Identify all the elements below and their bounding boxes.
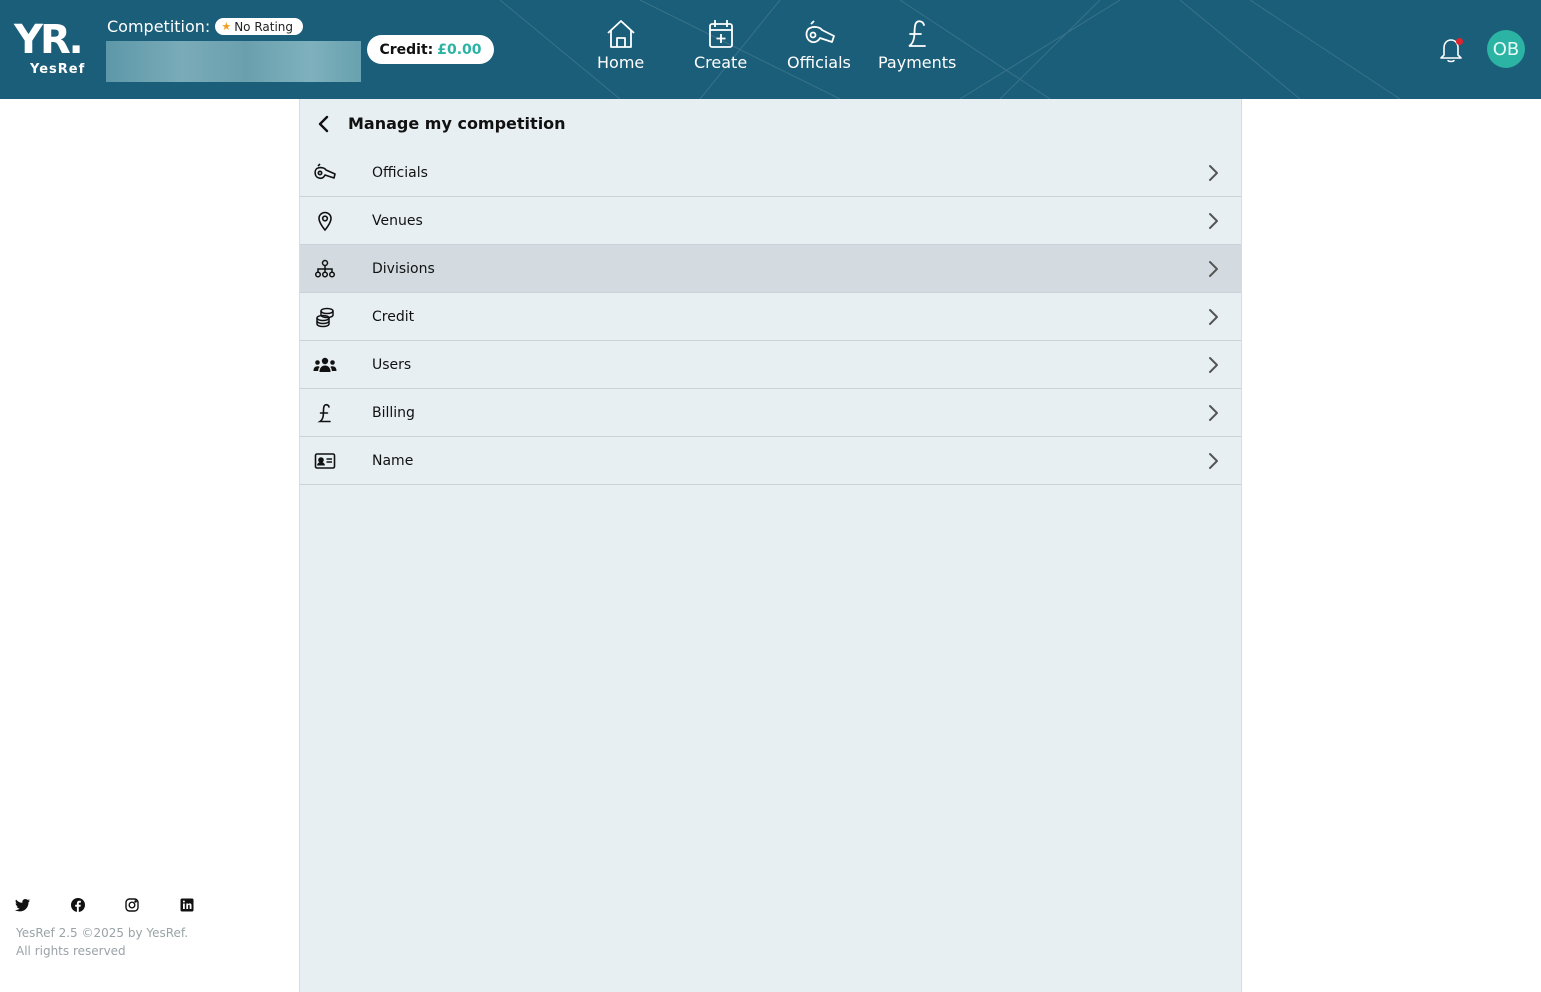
twitter-icon[interactable]	[15, 897, 31, 913]
linkedin-icon[interactable]	[179, 897, 195, 913]
menu-item-label: Users	[372, 356, 412, 373]
pound-icon	[313, 401, 337, 425]
page-title: Manage my competition	[348, 114, 566, 133]
chevron-right-icon	[1209, 261, 1218, 277]
menu-item-label: Venues	[372, 212, 423, 229]
chevron-left-icon	[318, 115, 329, 132]
chevron-right-icon	[1209, 357, 1218, 373]
menu-item-users[interactable]: Users	[300, 341, 1241, 389]
yesref-logo[interactable]: YR. YesRef	[14, 18, 94, 80]
menu-list: Officials Venues Divisions Credit Users …	[300, 148, 1241, 485]
whistle-icon	[313, 161, 337, 185]
user-avatar[interactable]: OB	[1487, 30, 1525, 68]
coins-icon	[313, 305, 337, 329]
footer-copyright: YesRef 2.5 ©2025 by YesRef. All rights r…	[16, 924, 188, 960]
nav-payments[interactable]: Payments	[878, 18, 956, 72]
top-navigation-bar: YR. YesRef Competition: ★ No Rating Cred…	[0, 0, 1541, 99]
logo-mark: YR.	[14, 17, 84, 63]
chevron-right-icon	[1209, 453, 1218, 469]
menu-item-venues[interactable]: Venues	[300, 197, 1241, 245]
nav-home-label: Home	[597, 53, 645, 72]
chevron-right-icon	[1209, 309, 1218, 325]
menu-item-label: Officials	[372, 164, 428, 181]
id-card-icon	[313, 449, 337, 473]
users-icon	[313, 353, 337, 377]
facebook-icon[interactable]	[70, 897, 86, 913]
menu-item-billing[interactable]: Billing	[300, 389, 1241, 437]
menu-item-officials[interactable]: Officials	[300, 149, 1241, 197]
rating-badge: ★ No Rating	[215, 18, 304, 35]
manage-competition-panel: Manage my competition Officials Venues D…	[299, 99, 1242, 992]
rating-badge-label: No Rating	[234, 19, 294, 34]
credit-amount: £0.00	[437, 41, 482, 58]
competition-name-redacted[interactable]	[106, 41, 361, 82]
nav-officials[interactable]: Officials	[787, 18, 851, 72]
instagram-icon[interactable]	[124, 897, 140, 913]
chevron-right-icon	[1209, 165, 1218, 181]
nav-officials-label: Officials	[787, 53, 851, 72]
hierarchy-icon	[313, 257, 337, 281]
star-icon: ★	[221, 20, 232, 33]
credit-label: Credit:	[379, 41, 434, 58]
menu-item-credit[interactable]: Credit	[300, 293, 1241, 341]
menu-item-label: Billing	[372, 404, 415, 421]
chevron-right-icon	[1209, 405, 1218, 421]
panel-header: Manage my competition	[300, 99, 1241, 148]
nav-create[interactable]: Create	[694, 18, 747, 72]
credit-pill[interactable]: Credit: £0.00	[367, 35, 494, 64]
menu-item-label: Credit	[372, 308, 415, 325]
calendar-plus-icon	[708, 20, 733, 48]
menu-item-name[interactable]: Name	[300, 437, 1241, 485]
notification-dot	[1456, 38, 1463, 45]
home-icon	[607, 20, 635, 48]
menu-item-label: Name	[372, 452, 414, 469]
competition-label-row: Competition: ★ No Rating	[107, 17, 304, 36]
menu-item-label: Divisions	[372, 260, 435, 277]
competition-label: Competition:	[107, 17, 211, 36]
footer-line-2: All rights reserved	[16, 944, 126, 958]
map-pin-icon	[313, 209, 337, 233]
footer-line-1: YesRef 2.5 ©2025 by YesRef.	[16, 926, 189, 940]
logo-text: YesRef	[30, 62, 86, 77]
pound-icon	[908, 20, 927, 47]
nav-create-label: Create	[694, 53, 748, 72]
menu-item-divisions[interactable]: Divisions	[300, 245, 1241, 293]
back-button[interactable]	[314, 114, 334, 134]
nav-home[interactable]: Home	[597, 18, 644, 72]
chevron-right-icon	[1209, 213, 1218, 229]
whistle-icon	[805, 20, 835, 44]
nav-payments-label: Payments	[878, 53, 957, 72]
